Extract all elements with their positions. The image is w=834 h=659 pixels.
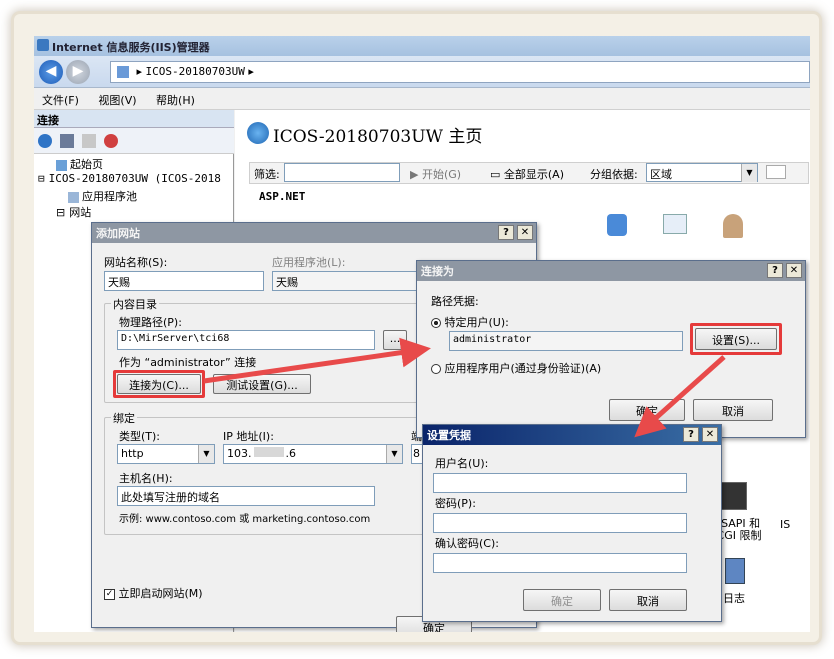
arrow-to-set-credentials [634,355,726,438]
screenshot-frame: Internet 信息服务(IIS)管理器 ◀ ▶ ▸ ICOS-2018070… [14,14,819,642]
annotation-arrows [203,337,726,438]
iis-manager-window: Internet 信息服务(IIS)管理器 ◀ ▶ ▸ ICOS-2018070… [34,36,810,632]
arrow-to-connect-as [203,337,431,384]
